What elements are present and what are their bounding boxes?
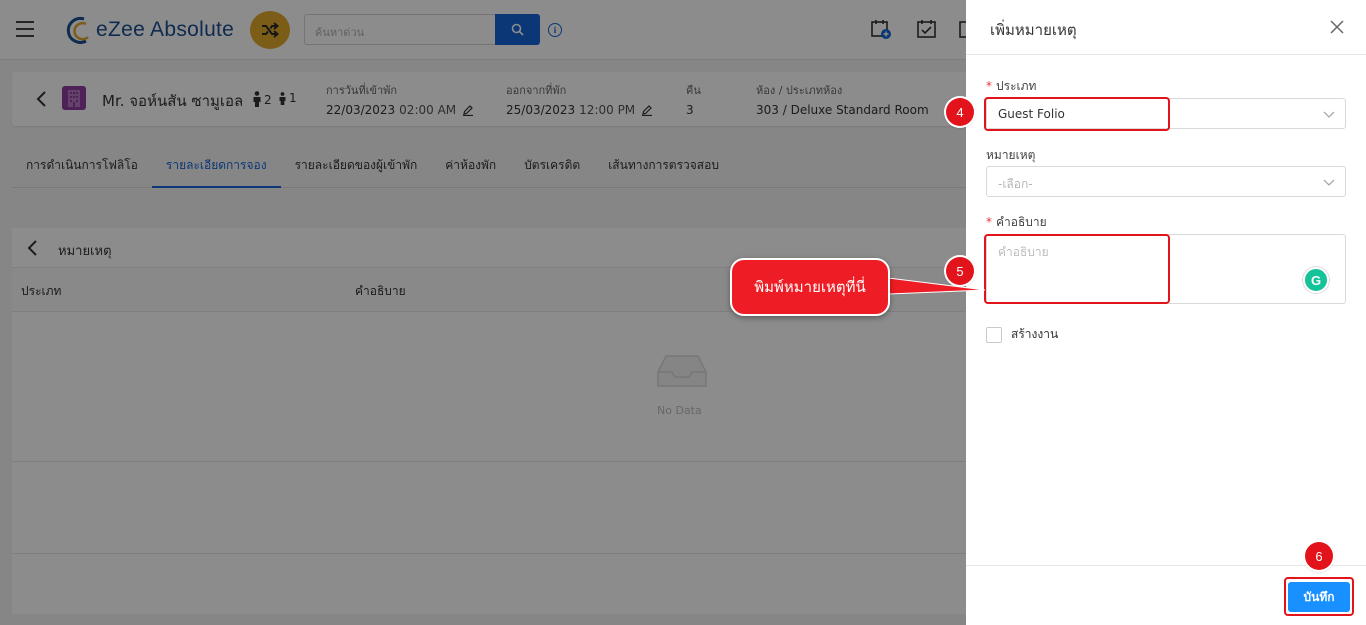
- chevron-down-icon: [1323, 179, 1335, 186]
- callout-type-note-here: พิมพ์หมายเหตุที่นี่: [730, 258, 890, 316]
- create-task-checkbox[interactable]: [986, 326, 1002, 343]
- note-label: หมายเหตุ: [986, 148, 1036, 162]
- create-task-label: สร้างงาน: [1011, 327, 1059, 341]
- step-marker-4: 4: [946, 98, 974, 126]
- add-note-drawer: เพิ่มหมายเหตุ * ประเภท Guest Folio หมายเห…: [966, 0, 1366, 625]
- note-select[interactable]: -เลือก-: [986, 166, 1346, 197]
- description-label: * คำอธิบาย: [986, 215, 1047, 229]
- highlight-save-button: [1284, 577, 1354, 616]
- note-select-placeholder: -เลือก-: [998, 177, 1033, 191]
- grammarly-icon[interactable]: G: [1303, 267, 1329, 293]
- drawer-title: เพิ่มหมายเหตุ: [990, 21, 1077, 39]
- drawer-header: เพิ่มหมายเหตุ: [966, 0, 1366, 55]
- chevron-down-icon: [1323, 111, 1335, 118]
- close-icon[interactable]: [1330, 20, 1344, 34]
- callout-pointer: [888, 278, 986, 295]
- type-label: * ประเภท: [986, 79, 1037, 93]
- highlight-description: [984, 234, 1170, 304]
- highlight-type-select: [984, 97, 1170, 131]
- step-marker-6: 6: [1305, 542, 1333, 570]
- create-task-row[interactable]: สร้างงาน: [986, 325, 1058, 344]
